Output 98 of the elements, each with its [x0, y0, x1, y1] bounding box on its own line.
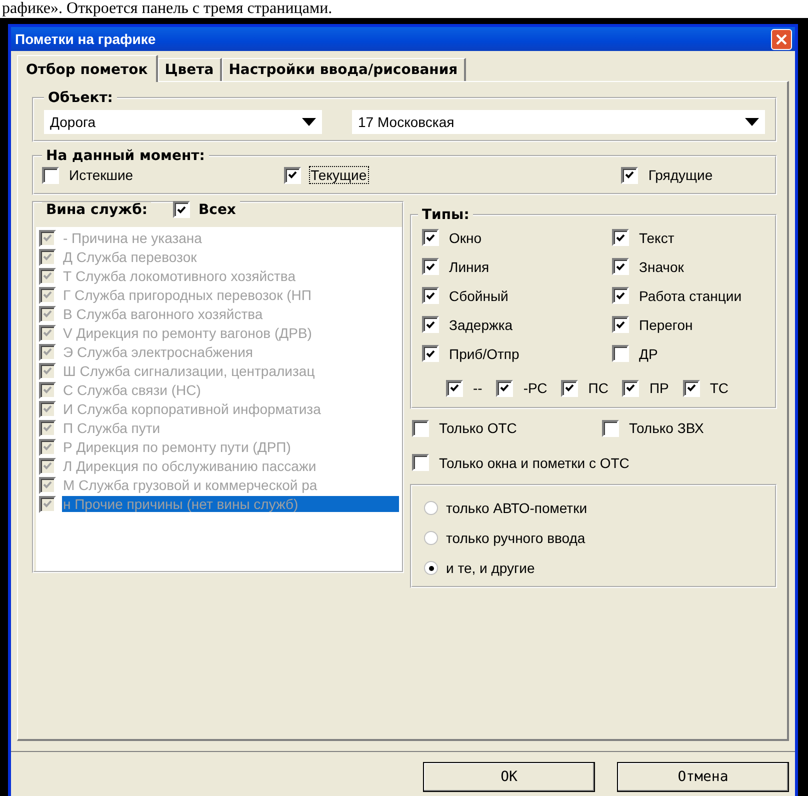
group-title: Типы:: [421, 206, 470, 222]
checkbox-label: Сбойный: [448, 286, 510, 304]
checkbox[interactable]: [602, 420, 619, 436]
radio-button[interactable]: [424, 561, 438, 575]
checkbox-label: Окно: [448, 228, 483, 246]
checkbox-label: Работа станции: [638, 286, 743, 304]
checkbox[interactable]: [612, 258, 629, 275]
check-icon: [43, 291, 52, 299]
check-icon: [426, 292, 435, 300]
checkbox-label: Только окна и пометки с ОТС: [438, 454, 630, 472]
checkbox-label: Только ОТС: [438, 419, 518, 437]
group-title: Объект:: [47, 90, 114, 106]
checkbox-label: -РС: [522, 379, 548, 397]
checkbox-label: Приб/Отпр: [448, 344, 520, 362]
check-icon: [616, 320, 625, 328]
check-icon: [43, 253, 52, 261]
check-icon: [43, 329, 52, 337]
tab[interactable]: Настройки ввода/рисования: [222, 58, 466, 81]
check-icon: [500, 384, 510, 392]
checkbox-label: ПС: [587, 379, 610, 397]
checkbox[interactable]: [612, 345, 629, 362]
checkbox[interactable]: [682, 380, 700, 396]
checkbox-label: Грядущие: [647, 166, 714, 184]
check-icon: [625, 171, 634, 179]
check-icon: [616, 262, 625, 270]
checkbox-label: Перегон: [638, 316, 694, 334]
check-icon: [616, 234, 625, 242]
checkbox[interactable]: [284, 166, 301, 184]
ok-button[interactable]: OK: [423, 762, 595, 792]
cancel-button[interactable]: Отмена: [617, 762, 789, 792]
checkbox[interactable]: [422, 258, 439, 275]
check-icon: [43, 405, 52, 413]
check-icon: [288, 171, 297, 179]
check-icon: [686, 384, 696, 392]
checkbox[interactable]: [42, 166, 59, 184]
checkbox-label: Истекшие: [68, 166, 134, 184]
radio-label: и те, и другие: [446, 560, 535, 576]
checkbox-label: Значок: [638, 258, 685, 276]
check-icon: [626, 384, 636, 392]
combo-box[interactable]: Дорога: [44, 110, 322, 134]
caret-icon: [745, 118, 759, 126]
checkbox[interactable]: [622, 380, 640, 396]
check-icon: [43, 500, 52, 508]
tab[interactable]: Цвета: [158, 58, 222, 81]
checkbox[interactable]: [612, 229, 629, 246]
radio-button[interactable]: [424, 531, 438, 545]
checkbox[interactable]: [422, 345, 439, 362]
tab[interactable]: Отбор пометок: [17, 55, 158, 82]
checkbox[interactable]: [422, 229, 439, 246]
check-icon: [43, 481, 52, 489]
checkbox-label: Задержка: [448, 316, 514, 334]
window-title: Пометки на графике: [15, 31, 156, 47]
checkbox[interactable]: [621, 166, 638, 184]
check-icon: [426, 234, 435, 242]
close-icon: [776, 34, 787, 44]
check-icon: [565, 384, 574, 392]
radio-button[interactable]: [424, 501, 438, 515]
checkbox-label: Текущие: [308, 166, 369, 184]
check-icon: [43, 367, 52, 375]
checkbox[interactable]: [422, 316, 439, 333]
checkbox[interactable]: [612, 316, 629, 333]
check-icon: [43, 424, 52, 432]
check-icon: [177, 206, 186, 214]
check-icon: [450, 384, 459, 392]
close-button[interactable]: [771, 28, 792, 50]
checkbox[interactable]: [412, 454, 429, 471]
check-icon: [43, 348, 52, 356]
checkbox-label: --: [472, 379, 484, 397]
group-title: Вина служб:: [42, 202, 152, 218]
combo-box[interactable]: 17 Московская: [352, 110, 765, 134]
checkbox-label: Только ЗВХ: [628, 419, 705, 437]
checkbox-label: Текст: [638, 228, 676, 246]
checkbox-label: ДР: [638, 344, 659, 362]
check-icon: [43, 462, 52, 470]
checkbox-label: ПР: [648, 379, 670, 397]
document-caption: рафике». Откроется панель с тремя страницами.: [0, 0, 808, 18]
checkbox-label: Линия: [448, 258, 490, 276]
check-icon: [426, 262, 435, 270]
checkbox[interactable]: [612, 287, 629, 304]
check-icon: [426, 350, 435, 358]
check-icon: [43, 310, 52, 318]
checkbox[interactable]: [412, 420, 429, 436]
group-title: На данный момент:: [45, 148, 206, 164]
check-icon: [616, 292, 625, 300]
radio-label: только ручного ввода: [446, 530, 586, 546]
check-icon: [43, 386, 52, 394]
checkbox-label: Всех: [198, 202, 236, 218]
check-icon: [43, 272, 52, 280]
check-icon: [43, 234, 52, 242]
check-icon: [43, 443, 52, 451]
check-icon: [426, 320, 435, 328]
checkbox-label: ТС: [708, 379, 730, 397]
checkbox[interactable]: [561, 380, 578, 396]
caret-icon: [302, 118, 316, 126]
checkbox[interactable]: [496, 380, 514, 396]
checkbox[interactable]: [446, 380, 463, 396]
checkbox[interactable]: [422, 287, 439, 304]
radio-label: только АВТО-пометки: [446, 500, 588, 516]
